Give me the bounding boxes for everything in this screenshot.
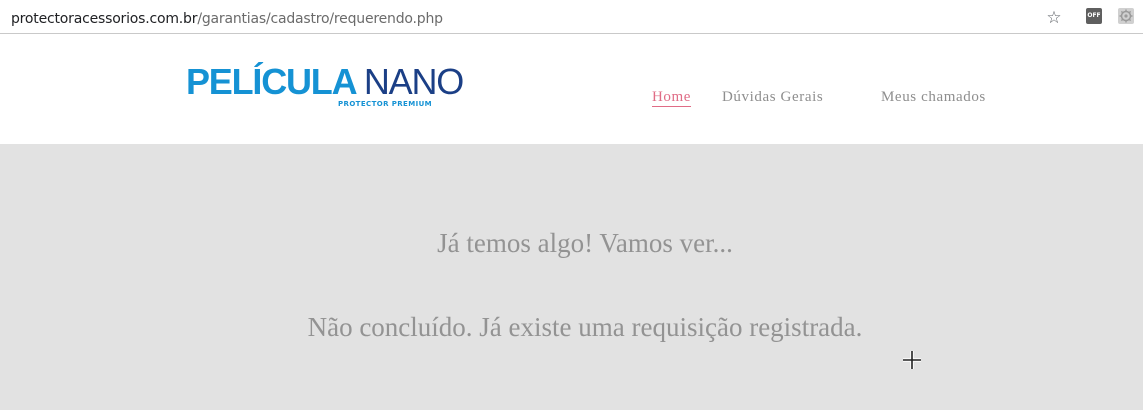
crosshair-cursor-icon: [902, 350, 922, 370]
url-domain: protectoracessorios.com.br: [11, 11, 198, 27]
logo-tagline: PROTECTOR PREMIUM: [338, 100, 433, 108]
status-message-detail: Não concluído. Já existe uma requisição …: [307, 312, 863, 342]
status-message-heading: Já temos algo! Vamos ver...: [437, 228, 733, 258]
browser-address-bar: protectoracessorios.com.br/garantias/cad…: [0, 0, 1143, 34]
logo-wordmark: PELÍCULA NANO: [186, 61, 464, 102]
nav-duvidas-gerais-link[interactable]: Dúvidas Gerais: [722, 89, 823, 106]
site-logo[interactable]: PELÍCULA NANO PROTECTOR PREMIUM: [186, 62, 464, 112]
gear-icon[interactable]: [1118, 8, 1134, 24]
url-path: /garantias/cadastro/requerendo.php: [197, 11, 443, 27]
star-icon[interactable]: ☆: [1045, 9, 1063, 27]
nav-meus-chamados-link[interactable]: Meus chamados: [881, 89, 986, 106]
site-header: PELÍCULA NANO PROTECTOR PREMIUM Home Dúv…: [0, 34, 1143, 144]
url-text[interactable]: protectoracessorios.com.br/garantias/cad…: [11, 11, 443, 27]
omnibox[interactable]: protectoracessorios.com.br/garantias/cad…: [0, 3, 1072, 30]
main-content: Já temos algo! Vamos ver... Não concluíd…: [0, 144, 1143, 410]
nav-home-link[interactable]: Home: [652, 89, 692, 107]
extension-off-icon[interactable]: OFF: [1086, 8, 1102, 24]
